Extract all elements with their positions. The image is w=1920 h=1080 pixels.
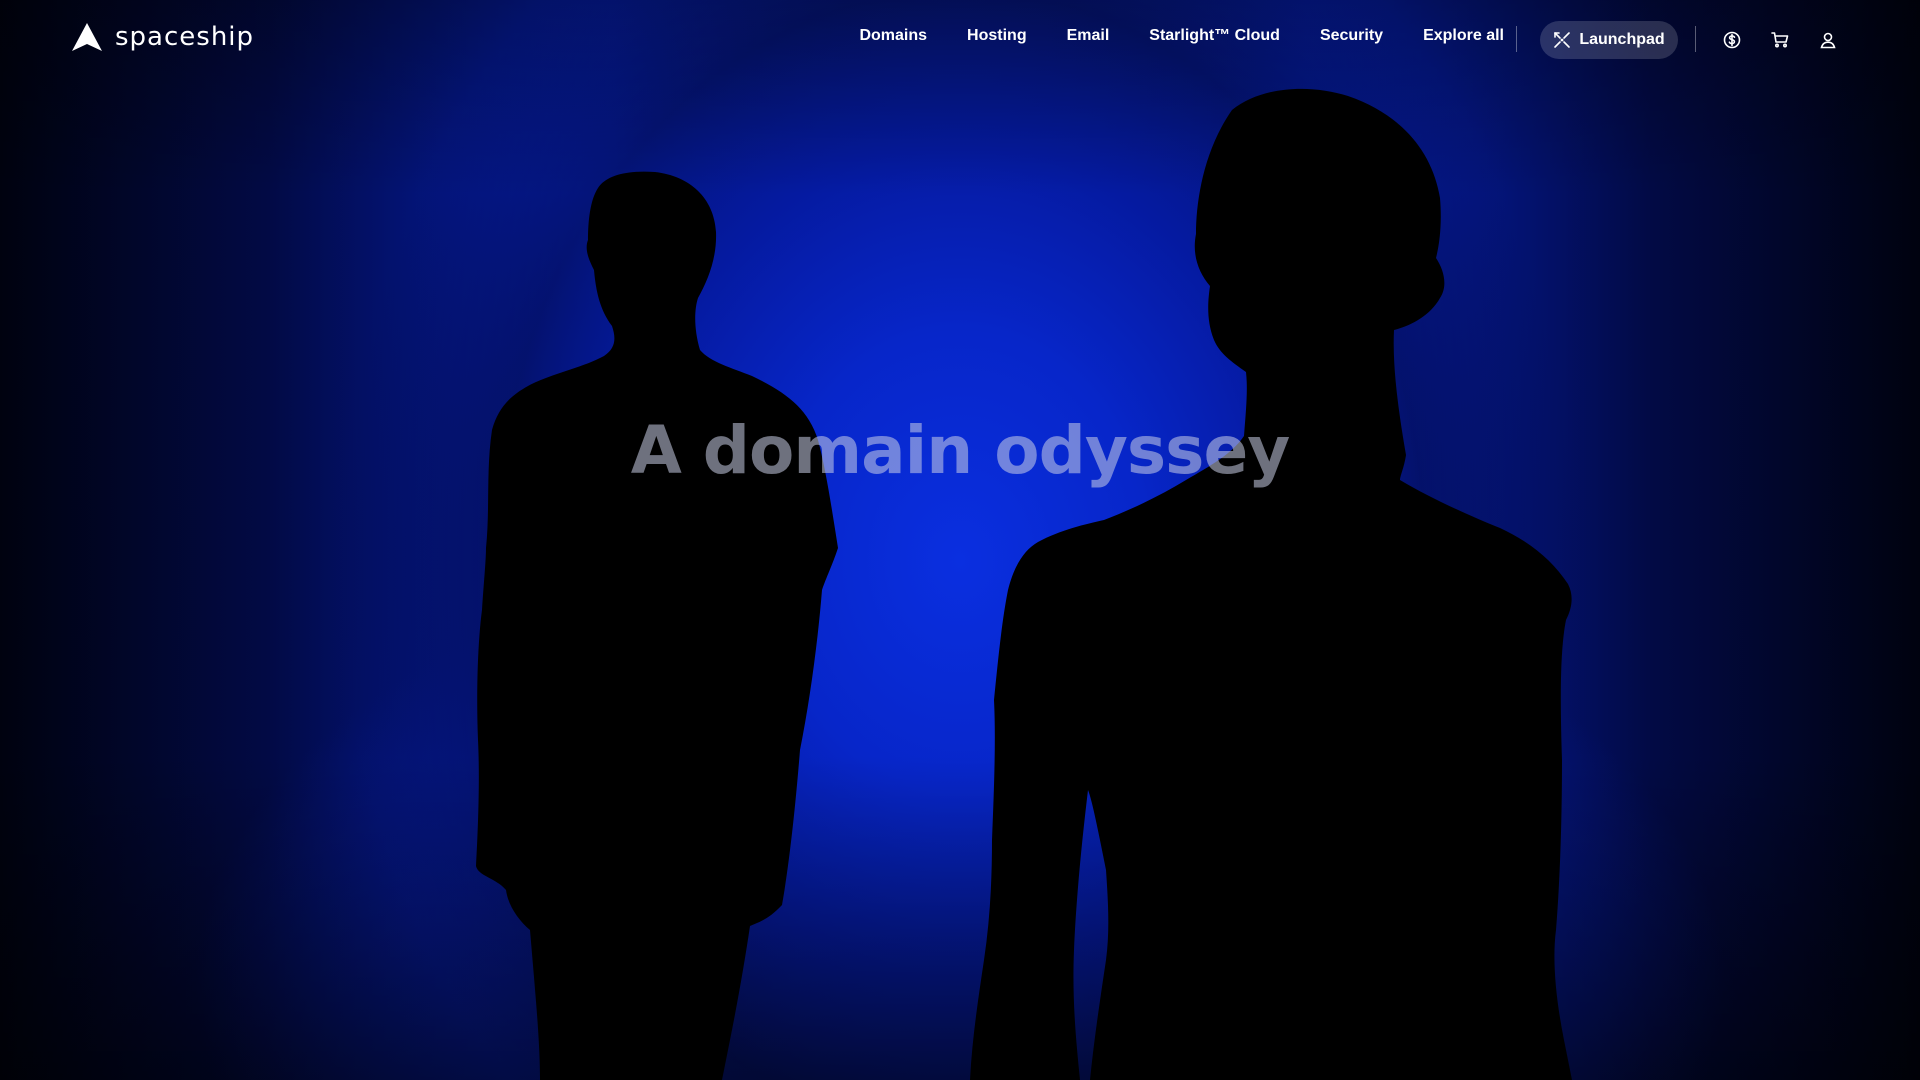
nav-item-starlight-cloud[interactable]: Starlight™ Cloud [1149, 27, 1280, 45]
account-button[interactable] [1816, 28, 1840, 52]
hero-section: A domain odyssey spaceship Domains Hosti… [0, 0, 1920, 1080]
launchpad-icon [1554, 32, 1571, 48]
nav-item-domains[interactable]: Domains [859, 27, 927, 45]
currency-button[interactable] [1720, 28, 1744, 52]
hero-headline: A domain odyssey [630, 412, 1291, 489]
nav-item-hosting[interactable]: Hosting [967, 27, 1027, 45]
launchpad-label: Launchpad [1579, 31, 1665, 48]
top-navigation: spaceship Domains Hosting Email Starligh… [0, 0, 1920, 80]
nav-item-security[interactable]: Security [1320, 27, 1383, 45]
brand-logo[interactable]: spaceship [71, 22, 254, 52]
nav-item-explore-all[interactable]: Explore all [1423, 27, 1504, 45]
hero-silhouettes [476, 88, 1572, 1080]
launchpad-button[interactable]: Launchpad [1540, 21, 1678, 59]
nav-item-email[interactable]: Email [1067, 27, 1110, 45]
silhouette-woman [970, 88, 1572, 1080]
spaceship-logo-icon [72, 23, 102, 51]
cart-button[interactable] [1768, 28, 1792, 52]
brand-name: spaceship [115, 22, 255, 52]
nav-divider-icons [1695, 26, 1696, 52]
main-menu: Domains Hosting Email Starlight™ Cloud S… [859, 27, 1504, 45]
account-icon [1820, 32, 1836, 49]
cart-icon [1771, 32, 1789, 48]
silhouette-man [476, 171, 838, 1080]
nav-divider [1516, 26, 1517, 52]
currency-icon [1723, 31, 1741, 49]
